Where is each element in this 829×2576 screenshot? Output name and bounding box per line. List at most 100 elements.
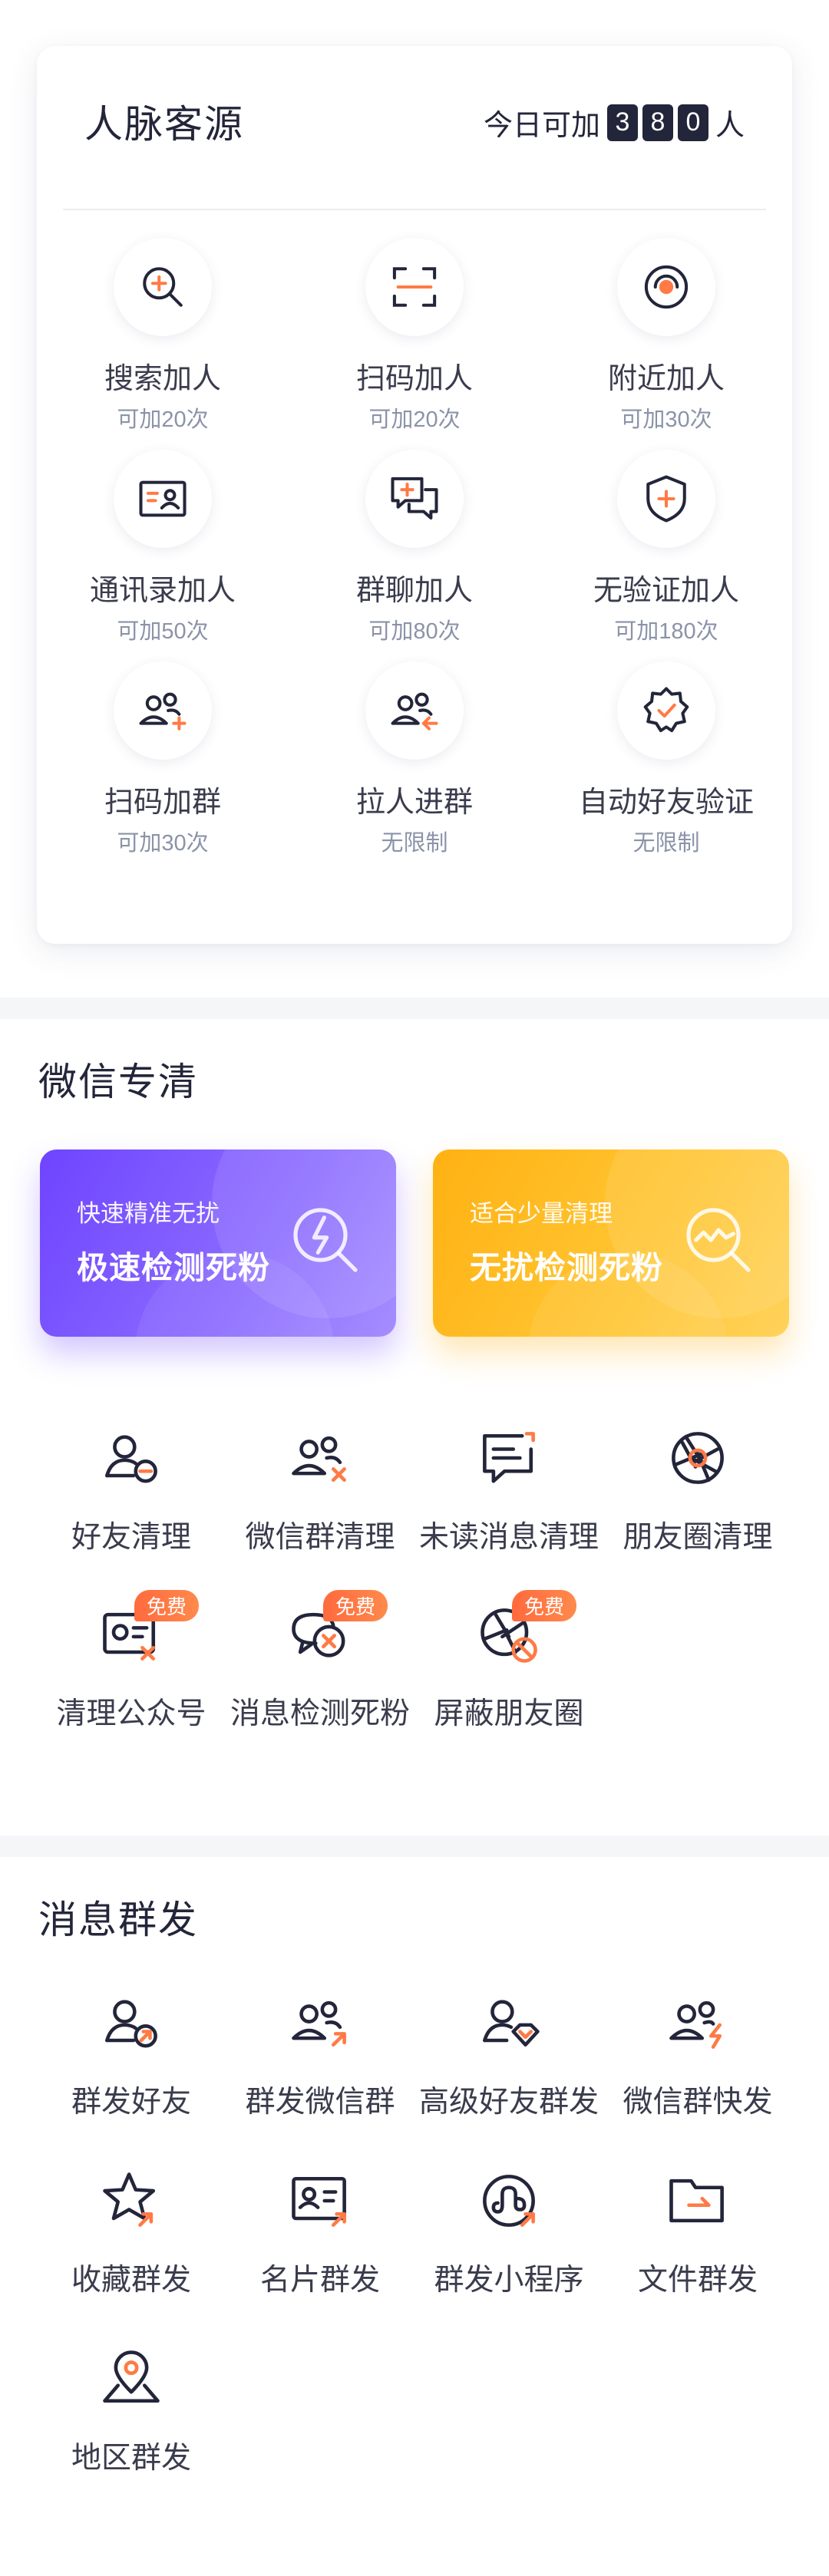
moments-icon [661, 1421, 735, 1495]
item-quota: 可加20次 [368, 407, 461, 432]
group-pull-icon [365, 661, 464, 760]
today-quota: 今日可加 3 8 0 人 [484, 101, 745, 143]
item-label: 清理公众号 [56, 1697, 206, 1730]
mini-program-icon [472, 2164, 546, 2238]
free-badge: 免费 [134, 1590, 200, 1621]
today-digit: 0 [677, 104, 708, 141]
shield-plus-icon [617, 450, 715, 548]
wave-search-icon [686, 1208, 751, 1272]
cleanup-grid: 好友清理 微信群清理 未读消息清理 朋友圈清理 [0, 1421, 829, 1556]
moments-block-item[interactable]: 免费 屏蔽朋友圈 [414, 1590, 603, 1733]
item-label: 无验证加人 [593, 575, 739, 607]
group-cleanup-item[interactable]: 微信群清理 [226, 1421, 414, 1556]
star-send-icon [94, 2164, 168, 2238]
today-suffix: 人 [715, 110, 745, 142]
pull-into-group-item[interactable]: 拉人进群 无限制 [289, 661, 540, 873]
item-label: 消息检测死粉 [230, 1697, 410, 1730]
quiet-detect-card[interactable]: 适合少量清理 无扰检测死粉 [433, 1149, 789, 1337]
item-label: 附近加人 [607, 363, 725, 395]
no-verify-add-item[interactable]: 无验证加人 可加180次 [540, 450, 792, 661]
item-label: 未读消息清理 [418, 1521, 599, 1554]
item-label: 搜索加人 [104, 363, 221, 395]
lightning-search-icon [293, 1208, 358, 1272]
item-label: 高级好友群发 [418, 2086, 599, 2119]
nearby-icon [617, 238, 715, 336]
premium-send-icon [472, 1986, 546, 2060]
item-label: 好友清理 [71, 1521, 191, 1554]
divider [63, 209, 766, 210]
friend-send-icon [94, 1986, 168, 2060]
item-label: 通讯录加人 [89, 575, 236, 607]
friend-send-item[interactable]: 群发好友 [37, 1986, 226, 2121]
broadcast-grid-row2: 收藏群发 名片群发 群发小程序 文件群发 [0, 2164, 829, 2299]
card-send-item[interactable]: 名片群发 [226, 2164, 414, 2299]
group-fast-send-item[interactable]: 微信群快发 [603, 1986, 792, 2121]
scan-join-group-item[interactable]: 扫码加群 可加30次 [37, 661, 289, 873]
group-send-item[interactable]: 群发微信群 [226, 1986, 414, 2121]
item-label: 微信群清理 [245, 1521, 395, 1554]
item-quota: 可加180次 [614, 619, 718, 644]
item-label: 群聊加人 [355, 575, 473, 607]
premium-send-item[interactable]: 高级好友群发 [414, 1986, 603, 2121]
item-label: 群发小程序 [434, 2264, 584, 2297]
today-prefix: 今日可加 [483, 110, 600, 142]
item-quota: 无限制 [632, 831, 700, 856]
unread-message-icon [472, 1421, 546, 1495]
friend-remove-icon [94, 1421, 168, 1495]
item-quota: 可加30次 [620, 407, 712, 432]
broadcast-title: 消息群发 [38, 1898, 198, 1941]
fast-detect-card[interactable]: 快速精准无扰 极速检测死粉 [40, 1149, 396, 1337]
today-digit: 3 [606, 104, 638, 141]
scan-add-item[interactable]: 扫码加人 可加20次 [289, 238, 540, 450]
official-account-cleanup-item[interactable]: 免费 清理公众号 [37, 1590, 226, 1733]
message-check-item[interactable]: 免费 消息检测死粉 [226, 1590, 414, 1733]
item-label: 朋友圈清理 [623, 1521, 773, 1554]
card-send-icon [283, 2164, 357, 2238]
contacts-book-add-item[interactable]: 通讯录加人 可加50次 [37, 450, 289, 661]
item-label: 地区群发 [71, 2442, 191, 2475]
auto-verify-item[interactable]: 自动好友验证 无限制 [540, 661, 792, 873]
location-send-icon [94, 2342, 168, 2416]
item-quota: 可加50次 [117, 619, 209, 644]
item-label: 微信群快发 [623, 2086, 773, 2119]
section-separator [0, 1836, 829, 1857]
location-send-item[interactable]: 地区群发 [37, 2342, 226, 2477]
file-send-item[interactable]: 文件群发 [603, 2164, 792, 2299]
item-label: 文件群发 [637, 2264, 758, 2297]
cleanup-grid-row2: 免费 清理公众号 免费 消息检测死粉 免费 屏蔽朋友圈 [0, 1590, 829, 1733]
promo-subtitle: 快速精准无扰 [77, 1200, 220, 1227]
mini-program-send-item[interactable]: 群发小程序 [414, 2164, 603, 2299]
promo-title: 极速检测死粉 [77, 1250, 270, 1285]
section-separator [0, 998, 829, 1019]
search-add-item[interactable]: 搜索加人 可加20次 [37, 238, 289, 450]
free-badge: 免费 [323, 1590, 388, 1621]
group-fast-send-icon [661, 1986, 735, 2060]
item-label: 群发微信群 [245, 2086, 395, 2119]
cleanup-title: 微信专清 [38, 1060, 198, 1103]
group-chat-add-item[interactable]: 群聊加人 可加80次 [289, 450, 540, 661]
promo-subtitle: 适合少量清理 [470, 1200, 613, 1227]
unread-cleanup-item[interactable]: 未读消息清理 [414, 1421, 603, 1556]
today-digit: 8 [642, 104, 673, 141]
scan-icon [365, 238, 464, 336]
star-send-item[interactable]: 收藏群发 [37, 2164, 226, 2299]
today-counter: 3 8 0 [605, 104, 711, 141]
item-quota: 可加20次 [117, 407, 209, 432]
contacts-grid: 搜索加人 可加20次 扫码加人 可加20次 附近加人 可加30次 通讯录加人 可… [37, 238, 792, 873]
friend-cleanup-item[interactable]: 好友清理 [37, 1421, 226, 1556]
contacts-title: 人脉客源 [84, 103, 244, 146]
nearby-add-item[interactable]: 附近加人 可加30次 [540, 238, 792, 450]
verified-badge-icon [617, 661, 715, 760]
item-label: 拉人进群 [355, 787, 473, 819]
promo-title: 无扰检测死粉 [470, 1250, 663, 1285]
moments-cleanup-item[interactable]: 朋友圈清理 [603, 1421, 792, 1556]
search-plus-icon [114, 238, 212, 336]
item-quota: 可加80次 [368, 619, 461, 644]
group-add-icon [114, 661, 212, 760]
contact-card-icon [114, 450, 212, 548]
broadcast-grid-row1: 群发好友 群发微信群 高级好友群发 微信群快发 [0, 1986, 829, 2121]
item-label: 扫码加群 [104, 787, 221, 819]
official-account-icon: 免费 [94, 1590, 200, 1671]
item-quota: 可加30次 [117, 831, 209, 856]
group-chat-icon [365, 450, 464, 548]
